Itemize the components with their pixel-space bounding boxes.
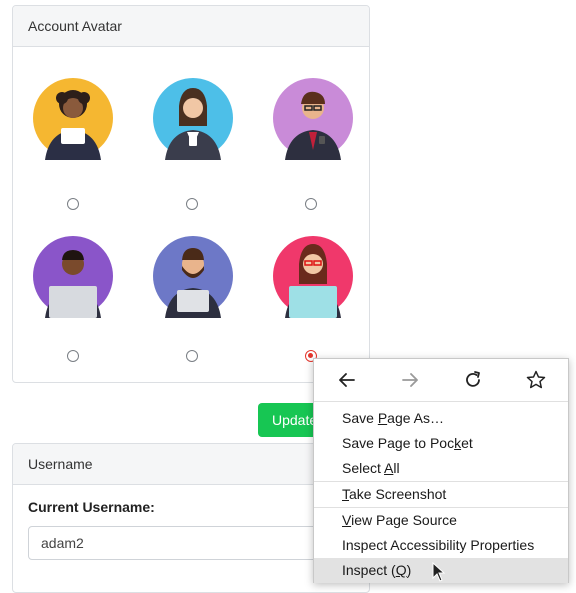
menu-inspect-accessibility[interactable]: Inspect Accessibility Properties (314, 533, 568, 558)
account-avatar-card: Account Avatar (12, 5, 370, 383)
menu-save-page-as[interactable]: Save Page As… (314, 406, 568, 431)
avatar-man-laptop[interactable] (31, 234, 115, 318)
context-menu: Save Page As… Save Page to Pocket Select… (313, 358, 569, 583)
forward-arrow-icon[interactable] (399, 369, 421, 391)
account-avatar-header: Account Avatar (13, 6, 369, 47)
avatar-woman-curly-hair[interactable] (31, 76, 115, 160)
menu-save-to-pocket[interactable]: Save Page to Pocket (314, 431, 568, 456)
menu-select-all[interactable]: Select All (314, 456, 568, 481)
current-username-label: Current Username: (28, 499, 155, 515)
avatar-radio-5[interactable] (186, 350, 198, 362)
back-arrow-icon[interactable] (336, 369, 358, 391)
avatar-radio-3[interactable] (305, 198, 317, 210)
avatar-radio-4[interactable] (67, 350, 79, 362)
avatar-radio-2[interactable] (186, 198, 198, 210)
avatar-man-beard-tablet[interactable] (151, 234, 235, 318)
avatar-man-glasses[interactable] (271, 76, 355, 160)
avatar-radio-1[interactable] (67, 198, 79, 210)
menu-view-page-source[interactable]: View Page Source (314, 508, 568, 533)
avatar-woman-glasses-laptop[interactable] (271, 234, 355, 318)
mouse-cursor-icon (432, 562, 446, 582)
menu-take-screenshot[interactable]: Take Screenshot (314, 482, 568, 507)
avatar-woman-suit[interactable] (151, 76, 235, 160)
star-icon[interactable] (525, 369, 547, 391)
context-menu-nav (314, 359, 568, 402)
reload-icon[interactable] (462, 369, 484, 391)
